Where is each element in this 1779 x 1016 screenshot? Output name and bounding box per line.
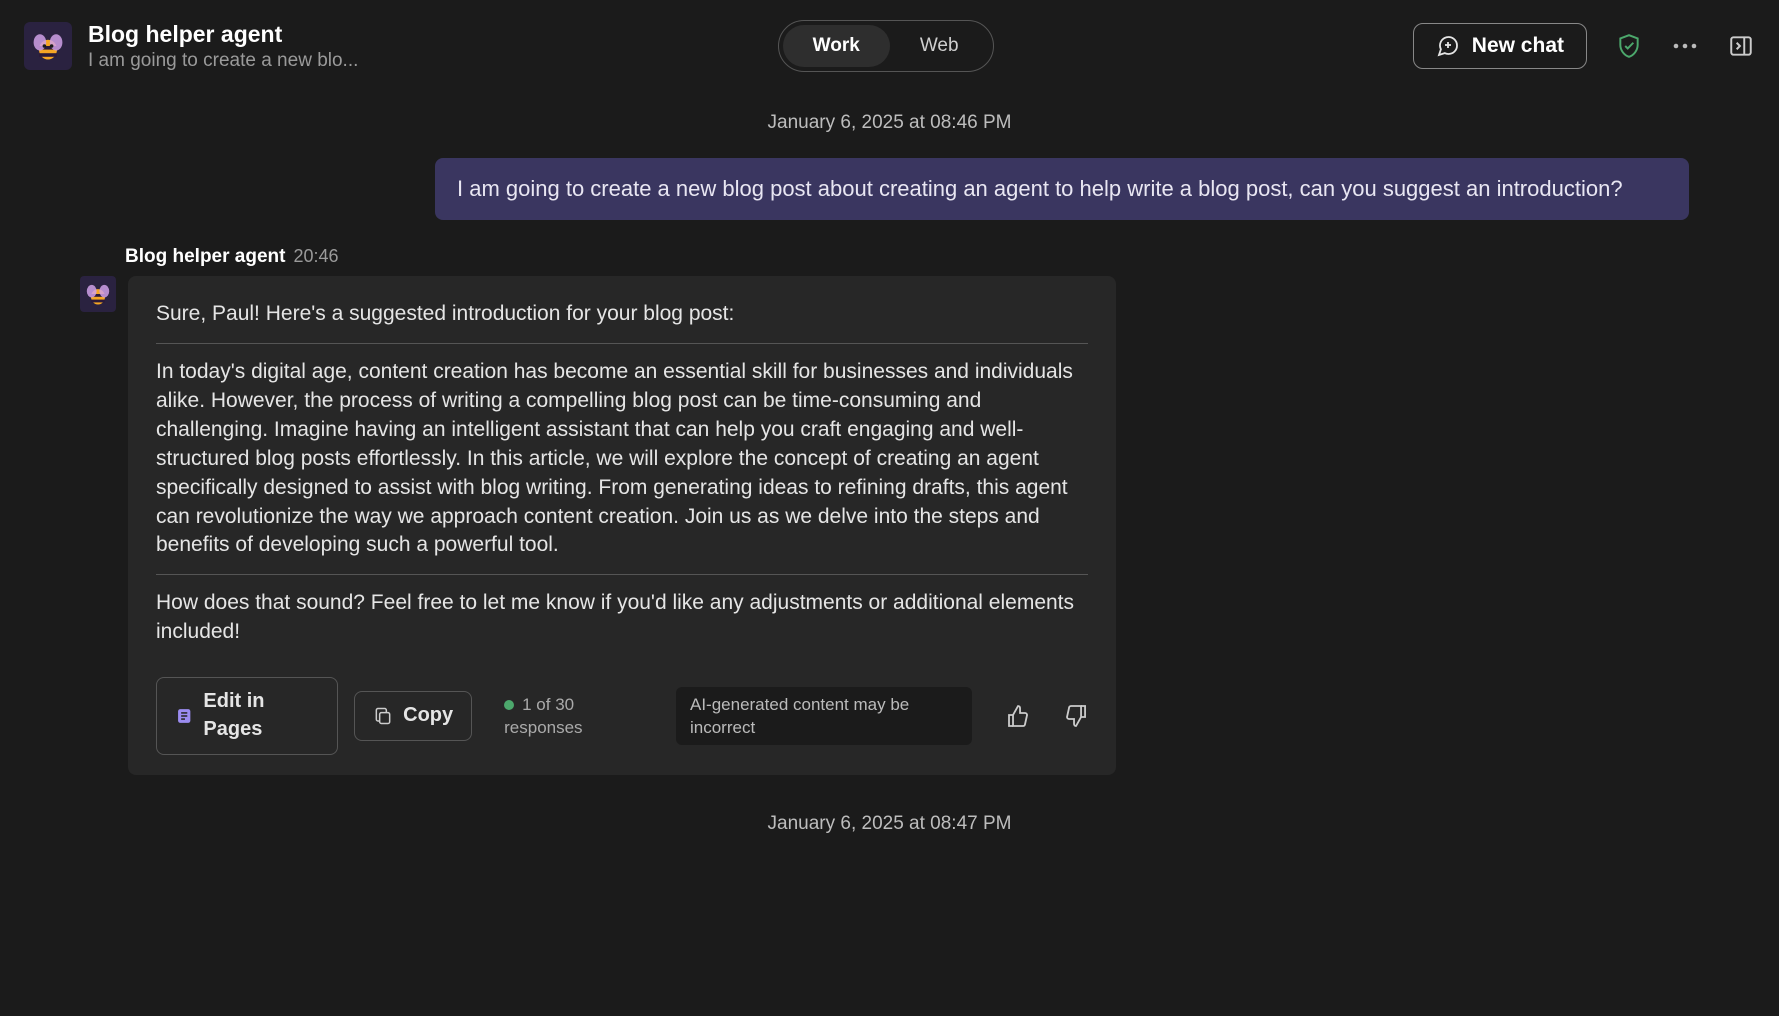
chat-plus-icon <box>1436 34 1460 58</box>
agent-message-card: Sure, Paul! Here's a suggested introduct… <box>128 276 1116 775</box>
chat-subtitle: I am going to create a new blo... <box>88 50 358 72</box>
timestamp-divider: January 6, 2025 at 08:46 PM <box>80 92 1699 158</box>
bee-icon <box>84 280 112 308</box>
tab-work[interactable]: Work <box>783 25 890 67</box>
copy-button[interactable]: Copy <box>354 691 472 741</box>
new-chat-label: New chat <box>1472 34 1564 58</box>
panel-open-icon[interactable] <box>1727 32 1755 60</box>
message-actions: Edit in Pages Copy 1 of 30 responses AI-… <box>156 677 1088 754</box>
thumbs-up-icon[interactable] <box>1006 703 1030 729</box>
title-block: Blog helper agent I am going to create a… <box>88 21 358 72</box>
thumbs-down-icon[interactable] <box>1064 703 1088 729</box>
ai-disclaimer: AI-generated content may be incorrect <box>676 687 972 746</box>
agent-intro-text: Sure, Paul! Here's a suggested introduct… <box>156 300 1088 329</box>
timestamp-divider: January 6, 2025 at 08:47 PM <box>80 775 1699 859</box>
agent-title: Blog helper agent <box>88 21 358 48</box>
scope-toggle: Work Web <box>778 20 994 72</box>
agent-body-text: In today's digital age, content creation… <box>156 358 1088 561</box>
agent-avatar <box>24 22 72 70</box>
user-message-bubble: I am going to create a new blog post abo… <box>435 158 1689 220</box>
user-message-text: I am going to create a new blog post abo… <box>457 176 1623 201</box>
tab-web[interactable]: Web <box>890 25 989 67</box>
status-dot-icon <box>504 700 514 710</box>
edit-label: Edit in Pages <box>203 688 319 743</box>
new-chat-button[interactable]: New chat <box>1413 23 1587 69</box>
response-count: 1 of 30 responses <box>504 693 646 740</box>
bee-icon <box>30 28 66 64</box>
copy-icon <box>373 706 393 726</box>
shield-icon[interactable] <box>1615 32 1643 60</box>
header-bar: Blog helper agent I am going to create a… <box>0 0 1779 92</box>
copy-label: Copy <box>403 702 453 730</box>
agent-time-label: 20:46 <box>293 246 338 267</box>
chat-area: January 6, 2025 at 08:46 PM I am going t… <box>0 92 1779 859</box>
edit-in-pages-button[interactable]: Edit in Pages <box>156 677 338 754</box>
agent-message-avatar <box>80 276 116 312</box>
divider <box>156 574 1088 575</box>
divider <box>156 343 1088 344</box>
agent-followup-text: How does that sound? Feel free to let me… <box>156 589 1088 647</box>
page-icon <box>175 706 193 726</box>
agent-name-label: Blog helper agent <box>125 246 285 268</box>
more-icon[interactable] <box>1671 32 1699 60</box>
